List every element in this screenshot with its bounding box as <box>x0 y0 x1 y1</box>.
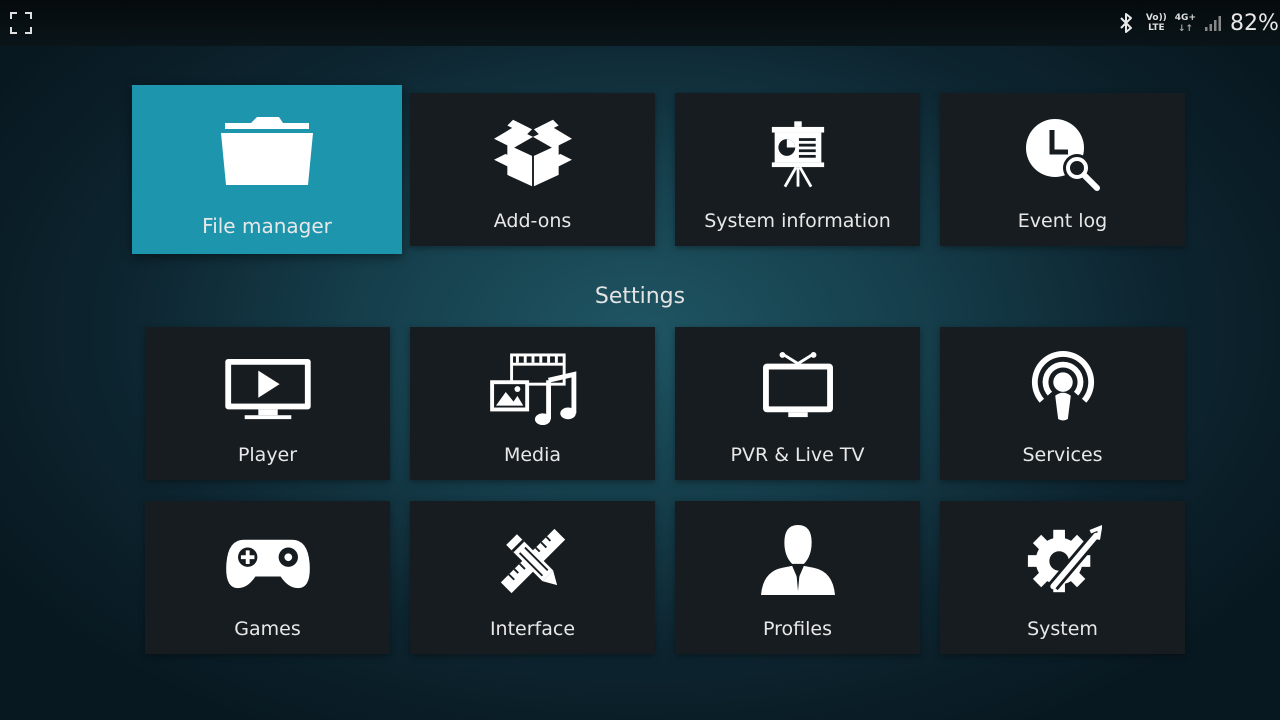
fullscreen-corner-icon[interactable] <box>8 10 34 36</box>
tile-label: System information <box>704 210 891 232</box>
tile-interface[interactable]: Interface <box>410 501 655 654</box>
tile-label: Event log <box>1017 210 1108 232</box>
volte-indicator: Vo)) LTE <box>1146 13 1167 33</box>
volte-top-text: Vo)) <box>1145 13 1167 23</box>
network-indicator: 4G+ ↓↑ <box>1175 13 1196 34</box>
network-arrows-text: ↓↑ <box>1177 23 1193 34</box>
tile-label: Media <box>503 444 562 466</box>
tile-file-manager[interactable]: File manager <box>132 85 402 254</box>
tile-system-information[interactable]: System information <box>675 93 920 246</box>
tile-label: PVR & Live TV <box>730 444 865 466</box>
tile-label: Interface <box>489 618 576 640</box>
network-type-text: 4G+ <box>1174 12 1196 23</box>
tile-services[interactable]: Services <box>940 327 1185 480</box>
tile-games[interactable]: Games <box>145 501 390 654</box>
presentation-board-icon <box>771 121 824 188</box>
settings-heading: Settings <box>594 284 686 309</box>
bluetooth-icon <box>1120 13 1132 33</box>
gear-wrench-icon <box>1027 524 1102 593</box>
clock-magnifier-icon <box>1025 119 1100 191</box>
monitor-play-icon <box>224 358 311 420</box>
media-film-photo-music-icon <box>489 353 576 426</box>
tv-antenna-icon <box>762 352 833 418</box>
open-box-icon <box>493 119 572 187</box>
tile-player[interactable]: Player <box>145 327 390 480</box>
tile-label: Profiles <box>763 618 832 640</box>
folder-icon <box>221 117 313 185</box>
volte-bottom-text: LTE <box>1148 23 1165 33</box>
tile-add-ons[interactable]: Add-ons <box>410 93 655 246</box>
status-bar: Vo)) LTE 4G+ ↓↑ 82% <box>0 0 1280 46</box>
tile-label: Services <box>1022 444 1103 466</box>
tile-label: Add-ons <box>493 210 572 232</box>
tile-label: Games <box>234 618 301 640</box>
tile-event-log[interactable]: Event log <box>940 93 1185 246</box>
gamepad-icon <box>225 539 310 589</box>
user-profile-icon <box>760 524 835 596</box>
tile-pvr-live-tv[interactable]: PVR & Live TV <box>675 327 920 480</box>
tile-system[interactable]: System <box>940 501 1185 654</box>
signal-bars-icon <box>1205 16 1221 31</box>
tile-label: File manager <box>202 214 332 238</box>
tile-label: System <box>1027 618 1098 640</box>
pencil-ruler-icon <box>500 528 565 594</box>
tile-label: Player <box>237 444 298 466</box>
broadcast-podcast-icon <box>1031 351 1094 423</box>
tile-profiles[interactable]: Profiles <box>675 501 920 654</box>
status-indicators: Vo)) LTE 4G+ ↓↑ 82% <box>1116 6 1280 40</box>
tile-media[interactable]: Media <box>410 327 655 480</box>
battery-percent: 82% <box>1230 10 1279 36</box>
